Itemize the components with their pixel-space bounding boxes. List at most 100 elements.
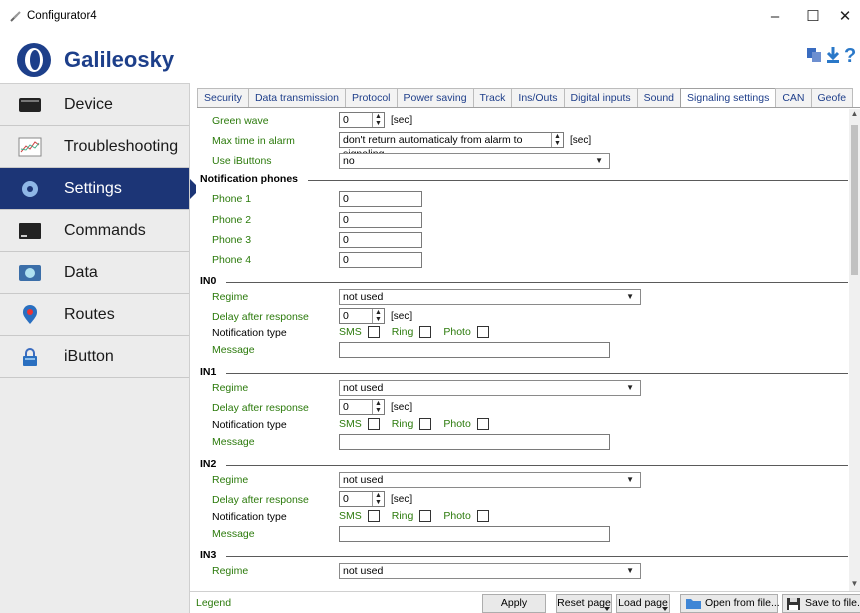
dropdown-marker-icon [604,607,610,611]
sidebar-item-ibutton[interactable]: iButton [0,336,190,378]
in1-photo-checkbox[interactable] [476,418,489,430]
load-page-button[interactable]: Load page [616,594,670,613]
sidebar-item-commands[interactable]: Commands [0,210,190,252]
chevron-down-icon: ▼ [626,292,634,301]
in2-message-field[interactable] [339,526,610,542]
translate-icon[interactable] [806,46,822,64]
download-icon[interactable] [826,46,840,64]
chevron-down-icon: ▼ [595,156,603,165]
lock-icon [23,347,37,366]
brand-logo: Galileosky [16,40,174,80]
apply-button[interactable]: Apply [482,594,546,613]
in3-regime-row: Regime not used ▼ [196,562,848,580]
spinner-arrows-icon[interactable]: ▲ ▼ [372,113,384,127]
sidebar-item-routes[interactable]: Routes [0,294,190,336]
max-time-alarm-spinner[interactable]: don't return automaticaly from alarm to … [339,132,564,160]
phone-4-field[interactable]: 0 [339,252,422,268]
spinner-arrows-icon[interactable]: ▲ ▼ [551,133,563,147]
sidebar-item-troubleshooting[interactable]: Troubleshooting [0,126,190,168]
in1-delay-spinner[interactable]: 0 ▲ ▼ [339,399,385,415]
legend-link[interactable]: Legend [196,597,231,609]
tab-data-transmission[interactable]: Data transmission [247,88,346,107]
reset-page-button[interactable]: Reset page [556,594,612,613]
signaling-settings-form: Green wave 0 ▲ ▼ [sec] Max time in alarm … [196,109,848,591]
sidebar-item-settings[interactable]: Settings [0,168,200,210]
green-wave-spinner[interactable]: 0 ▲ ▼ [339,112,385,128]
bottom-toolbar: Legend Apply Reset page Load page Open f… [190,591,860,613]
in0-delay-spinner[interactable]: 0 ▲ ▼ [339,308,385,324]
tab-can[interactable]: CAN [775,88,812,107]
use-ibuttons-row: Use iButtons no ▼ [196,152,848,170]
in3-section: IN3 [200,549,848,563]
close-button[interactable]: ✕ [830,6,860,28]
open-from-file-button[interactable]: Open from file... [680,594,780,613]
terminal-icon [19,222,41,239]
tab-protocol[interactable]: Protocol [344,88,398,107]
use-ibuttons-select[interactable]: no ▼ [339,153,610,169]
in0-regime-select[interactable]: not used ▼ [339,289,641,305]
in2-sms-checkbox[interactable] [367,510,380,522]
in2-delay-spinner[interactable]: 0 ▲ ▼ [339,491,385,507]
in2-delay-row: Delay after response 0 ▲ ▼ [sec] [212,491,413,507]
title-bar: Configurator4 – ☐ ✕ [0,0,860,32]
scroll-thumb[interactable] [851,125,858,275]
in3-regime-select[interactable]: not used ▼ [339,563,641,579]
sidebar-item-device[interactable]: Device [0,84,190,126]
in1-ring-checkbox[interactable] [419,418,432,430]
map-pin-icon [23,304,37,324]
in2-notification-types: SMS Ring Photo [339,510,501,522]
tab-track[interactable]: Track [472,88,513,107]
in2-regime-row: Regime not used ▼ [196,471,848,489]
phone-2-field[interactable]: 0 [339,212,422,228]
in2-regime-select[interactable]: not used ▼ [339,472,641,488]
tab-ins-outs[interactable]: Ins/Outs [511,88,565,107]
in1-message-row: Message [196,433,848,451]
notification-phones-section: Notification phones [200,173,848,187]
tools-icon [10,11,21,22]
tab-security[interactable]: Security [197,88,249,107]
data-icon [19,264,41,281]
tab-digital-inputs[interactable]: Digital inputs [563,88,638,107]
in0-ring-checkbox[interactable] [419,326,432,338]
tab-geofence[interactable]: Geofe [810,88,854,107]
in1-message-field[interactable] [339,434,610,450]
in2-ring-checkbox[interactable] [419,510,432,522]
chevron-down-icon: ▼ [626,566,634,575]
in0-regime-row: Regime not used ▼ [196,288,848,306]
in1-section: IN1 [200,366,848,380]
phone-3-row: Phone 3 0 [196,231,848,249]
vertical-scrollbar[interactable]: ▲ ▼ [849,109,860,591]
window-title: Configurator4 [27,10,97,22]
save-icon [787,598,800,610]
in0-message-field[interactable] [339,342,610,358]
sidebar: Device Troubleshooting Settings Commands… [0,83,200,613]
scroll-down-icon[interactable]: ▼ [849,579,860,591]
spinner-arrows-icon[interactable]: ▲ ▼ [372,400,384,414]
spinner-arrows-icon[interactable]: ▲ ▼ [372,309,384,323]
in0-sms-checkbox[interactable] [367,326,380,338]
tab-power-saving[interactable]: Power saving [396,88,474,107]
dropdown-marker-icon [662,607,668,611]
in0-notification-row: Notification type SMS Ring Photo [196,324,848,342]
sidebar-item-data[interactable]: Data [0,252,190,294]
phone-2-row: Phone 2 0 [196,211,848,229]
in1-sms-checkbox[interactable] [367,418,380,430]
phone-1-field[interactable]: 0 [339,191,422,207]
in2-photo-checkbox[interactable] [476,510,489,522]
help-icon[interactable]: ? [844,45,856,65]
galileosky-logo-icon [17,43,51,77]
phone-3-field[interactable]: 0 [339,232,422,248]
spinner-arrows-icon[interactable]: ▲ ▼ [372,492,384,506]
max-time-alarm-row: Max time in alarm don't return automatic… [212,132,592,160]
maximize-button[interactable]: ☐ [798,6,828,28]
in2-message-row: Message [196,525,848,543]
scroll-up-icon[interactable]: ▲ [849,109,860,121]
tab-sound[interactable]: Sound [636,88,682,107]
save-to-file-button[interactable]: Save to file... [782,594,860,613]
tab-signaling-settings[interactable]: Signaling settings [680,88,777,107]
minimize-button[interactable]: – [760,6,790,28]
in2-notification-row: Notification type SMS Ring Photo [196,508,848,526]
in0-photo-checkbox[interactable] [476,326,489,338]
in1-regime-select[interactable]: not used ▼ [339,380,641,396]
in0-message-row: Message [196,341,848,359]
